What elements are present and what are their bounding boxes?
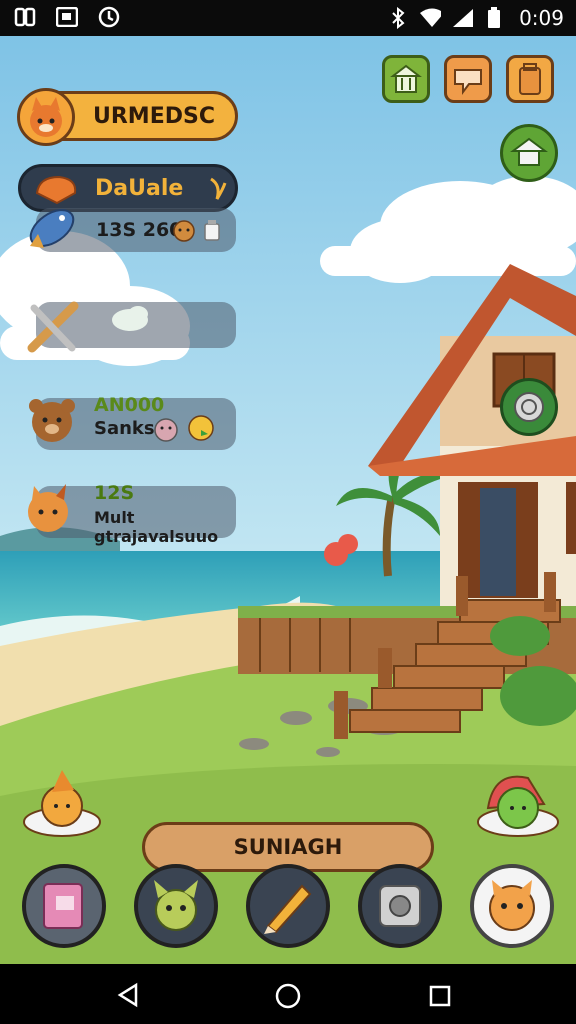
stat-fox-label: Mult gtrajavalsuuo [94, 508, 219, 546]
back-button[interactable] [116, 982, 142, 1012]
shop-button[interactable] [382, 55, 430, 103]
bear-icon [24, 392, 82, 456]
house-icon [510, 137, 548, 166]
player-name: URMEDSC [93, 104, 215, 129]
recents-icon [429, 985, 451, 1007]
coin-bear-icon [172, 218, 196, 246]
notebook-icon [43, 883, 83, 929]
stat-fox-value: 12S [94, 482, 135, 504]
compass-button[interactable] [500, 378, 558, 436]
home-nav-button[interactable] [274, 982, 302, 1014]
stat-row-fish[interactable]: 13S 260 [29, 208, 236, 252]
stat-fish-value: 13S 260 [96, 219, 183, 241]
system-nav-bar [0, 964, 576, 1024]
battery-icon [483, 7, 505, 29]
cat-profile-button[interactable] [470, 864, 554, 948]
stat-row-bear[interactable]: AN000 Sanks [29, 394, 236, 450]
fox-plate-icon[interactable] [22, 764, 106, 846]
sync-icon [98, 6, 120, 28]
sparkle-icon [207, 175, 229, 207]
cat-plate-icon[interactable] [474, 764, 560, 846]
stat-bear-label: Sanks [94, 418, 155, 439]
recents-button[interactable] [428, 984, 452, 1012]
stat-bear-value: AN000 [94, 394, 165, 416]
title-label: DaUale [95, 176, 184, 201]
chat-icon [454, 69, 482, 95]
cat-friend-icon [154, 880, 198, 931]
safe-button[interactable] [358, 864, 442, 948]
signal-icon [451, 7, 474, 29]
cat-face-icon [489, 880, 535, 931]
profile-panel[interactable]: URMEDSC [17, 88, 238, 146]
bluetooth-icon [387, 7, 409, 29]
bag-icon [519, 63, 541, 95]
pig-icon [152, 416, 180, 446]
clock-time: 0:09 [519, 6, 564, 30]
fish-icon [22, 198, 82, 264]
friend-button[interactable] [134, 864, 218, 948]
shop-icon [390, 64, 422, 93]
fox-face-icon [22, 480, 78, 542]
bag-button[interactable] [506, 55, 554, 103]
crossed-tools-icon [24, 296, 84, 362]
home-button[interactable] [500, 124, 558, 182]
game-scene[interactable]: URMEDSC DaUale 13S 260 AN000 Sanks 12S M… [0, 36, 576, 964]
compass-icon [514, 392, 544, 422]
stat-row-fox[interactable]: 12S Mult gtrajavalsuuo [28, 482, 236, 546]
back-icon [117, 982, 138, 1008]
status-bar: 0:09 [0, 0, 576, 36]
fox-avatar-icon[interactable] [17, 88, 75, 146]
safe-icon [379, 885, 421, 927]
cloud-puff-icon [110, 304, 152, 338]
main-action-label: SUNIAGH [233, 835, 343, 859]
screenshot-icon [56, 6, 78, 28]
chick-icon [186, 412, 216, 446]
notebook-button[interactable] [22, 864, 106, 948]
stat-row-tools[interactable] [27, 301, 236, 353]
chat-button[interactable] [444, 55, 492, 103]
home-circle-icon [275, 983, 301, 1009]
jar-icon [202, 218, 222, 246]
sim-icon [14, 6, 36, 28]
pencil-button[interactable] [246, 864, 330, 948]
pencil-icon [264, 884, 312, 934]
wifi-icon [419, 7, 442, 29]
